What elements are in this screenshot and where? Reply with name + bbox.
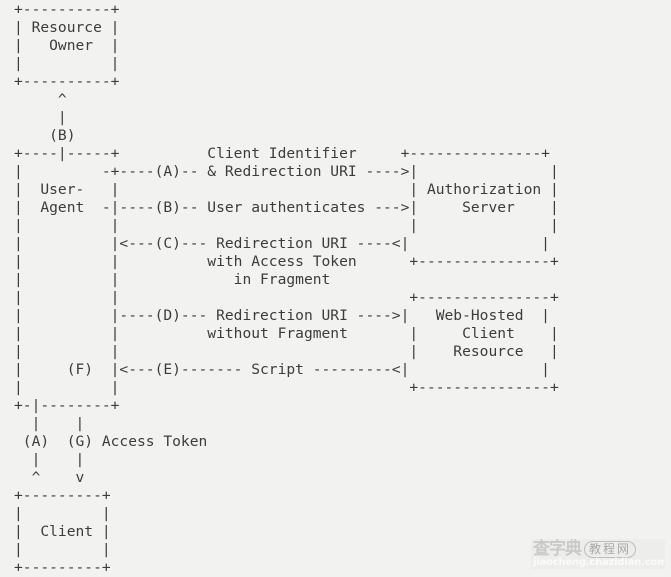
watermark-badge-text: 教程网	[589, 542, 632, 556]
watermark-url: jiaocheng.chazidian.com	[533, 557, 665, 568]
oauth-implicit-flow-ascii-diagram: +----------+ | Resource | | Owner | | | …	[14, 1, 559, 576]
watermark: 查字典 教程网 jiaocheng.chazidian.com	[531, 539, 665, 569]
watermark-badge: 教程网	[584, 541, 637, 558]
